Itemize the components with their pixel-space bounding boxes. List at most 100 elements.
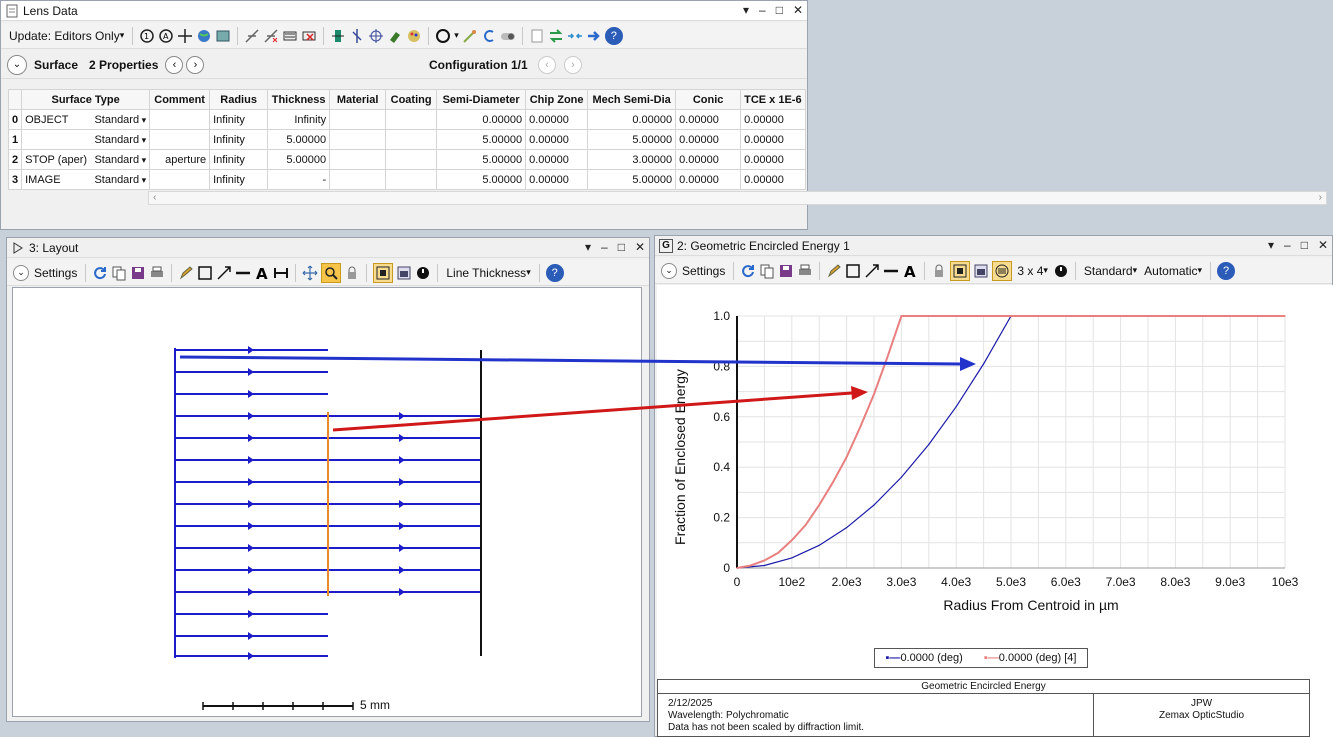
wand-icon[interactable]: [462, 28, 478, 44]
semi-diameter-cell[interactable]: 5.00000: [436, 149, 527, 170]
semi-diameter-cell[interactable]: 5.00000: [436, 129, 527, 150]
copy-icon[interactable]: [759, 263, 775, 279]
radius-cell[interactable]: Infinity: [209, 109, 269, 130]
surface-type-cell[interactable]: Standard: [21, 129, 151, 150]
settings-expand-icon[interactable]: ⌄: [13, 264, 29, 281]
tce-cell[interactable]: 0.00000: [740, 129, 806, 150]
maximize-icon[interactable]: □: [776, 3, 783, 17]
comment-cell[interactable]: aperture: [149, 149, 211, 170]
column-header-tce[interactable]: TCE x 1E-6: [740, 89, 806, 110]
line-tool-icon[interactable]: [883, 263, 899, 279]
line-thickness-dropdown[interactable]: Line Thickness: [444, 263, 532, 283]
surface-type-dropdown[interactable]: Standard: [94, 134, 146, 146]
circle-dropdown-icon[interactable]: ▾: [454, 30, 459, 41]
collapse-icon[interactable]: ⌄: [7, 54, 27, 75]
refresh-icon[interactable]: [92, 265, 108, 281]
conic-cell[interactable]: 0.00000: [675, 149, 742, 170]
copy-icon[interactable]: [111, 265, 127, 281]
coating-cell[interactable]: [385, 149, 438, 170]
tce-cell[interactable]: 0.00000: [740, 109, 806, 130]
update-dropdown[interactable]: Update: Editors Only: [7, 26, 126, 46]
fit-view-icon[interactable]: [950, 260, 971, 281]
window-tile-icon[interactable]: [973, 263, 989, 279]
radius-cell[interactable]: Infinity: [209, 169, 269, 190]
tce-cell[interactable]: 0.00000: [740, 169, 806, 190]
column-header-mech-semi-dia[interactable]: Mech Semi-Dia: [587, 89, 677, 110]
conic-cell[interactable]: 0.00000: [675, 109, 742, 130]
table-row[interactable]: 0 OBJECT Standard Infinity Infinity 0.000…: [7, 109, 806, 130]
refresh-icon[interactable]: [740, 263, 756, 279]
mech-semi-dia-cell[interactable]: 5.00000: [587, 129, 677, 150]
minimize-icon[interactable]: –: [759, 3, 766, 17]
settings-expand-icon[interactable]: ⌄: [661, 262, 677, 279]
gear-tool-icon[interactable]: [330, 28, 346, 44]
semi-diameter-cell[interactable]: 5.00000: [436, 169, 527, 190]
column-header-conic[interactable]: Conic: [675, 89, 742, 110]
layers-icon[interactable]: [992, 260, 1013, 281]
radius-cell[interactable]: Infinity: [209, 149, 269, 170]
lens-group-icon[interactable]: [282, 28, 298, 44]
table-horizontal-scrollbar[interactable]: ‹ ›: [148, 191, 1327, 205]
circle-icon[interactable]: [435, 28, 451, 44]
fit-view-icon[interactable]: [373, 262, 394, 283]
blank-page-icon[interactable]: [529, 28, 545, 44]
prev-surface-button[interactable]: ‹: [165, 55, 184, 74]
column-header-material[interactable]: Material: [329, 89, 387, 110]
text-tool-icon[interactable]: A: [902, 263, 918, 279]
minimize-icon[interactable]: –: [1284, 238, 1291, 252]
table-row[interactable]: 1 Standard Infinity 5.00000 5.00000 0.00…: [7, 129, 806, 150]
column-header-comment[interactable]: Comment: [149, 89, 211, 110]
thickness-cell[interactable]: Infinity: [267, 109, 331, 130]
palette-icon[interactable]: [406, 28, 422, 44]
comment-cell[interactable]: [149, 129, 211, 150]
globe-icon[interactable]: [196, 28, 212, 44]
line-tool-icon[interactable]: [235, 265, 251, 281]
prev-config-button[interactable]: ‹: [538, 55, 556, 74]
mech-semi-dia-cell[interactable]: 0.00000: [587, 109, 677, 130]
pencil-icon[interactable]: [826, 263, 842, 279]
zoom-icon[interactable]: [321, 262, 342, 283]
scroll-right-icon[interactable]: ›: [1319, 192, 1322, 203]
chip-zone-cell[interactable]: 0.00000: [525, 149, 589, 170]
paint-icon[interactable]: [387, 28, 403, 44]
material-cell[interactable]: [329, 129, 387, 150]
rectangle-icon[interactable]: [845, 263, 861, 279]
thickness-cell[interactable]: 5.00000: [267, 129, 331, 150]
grid-size-dropdown[interactable]: 3 x 4: [1015, 261, 1050, 281]
lock-icon[interactable]: [931, 263, 947, 279]
automatic-dropdown[interactable]: Automatic: [1142, 261, 1204, 281]
scroll-left-icon[interactable]: ‹: [153, 192, 156, 203]
column-header-chip-zone[interactable]: Chip Zone: [525, 89, 589, 110]
print-icon[interactable]: [797, 263, 813, 279]
map-icon[interactable]: [215, 28, 231, 44]
chip-zone-cell[interactable]: 0.00000: [525, 109, 589, 130]
window-menu-icon[interactable]: ▾: [585, 240, 591, 254]
thickness-cell[interactable]: -: [267, 169, 331, 190]
thickness-cell[interactable]: 5.00000: [267, 149, 331, 170]
maximize-icon[interactable]: □: [618, 240, 625, 254]
column-header-semi-diameter[interactable]: Semi-Diameter: [436, 89, 527, 110]
tce-cell[interactable]: 0.00000: [740, 149, 806, 170]
mech-semi-dia-cell[interactable]: 5.00000: [587, 169, 677, 190]
coating-cell[interactable]: [385, 109, 438, 130]
lock-icon[interactable]: [344, 265, 360, 281]
coating-cell[interactable]: [385, 129, 438, 150]
save-icon[interactable]: [778, 263, 794, 279]
surface-type-cell[interactable]: OBJECT Standard: [21, 109, 151, 130]
material-cell[interactable]: [329, 109, 387, 130]
semi-diameter-cell[interactable]: 0.00000: [436, 109, 527, 130]
close-icon[interactable]: ✕: [1318, 238, 1328, 252]
comment-cell[interactable]: [149, 169, 211, 190]
conic-cell[interactable]: 0.00000: [675, 129, 742, 150]
next-surface-button[interactable]: ›: [186, 55, 205, 74]
window-menu-icon[interactable]: ▾: [743, 3, 749, 17]
help-icon[interactable]: ?: [1217, 261, 1236, 280]
power-icon[interactable]: [415, 265, 431, 281]
table-row[interactable]: 2 STOP (aper)Standard aperture Infinity …: [7, 149, 806, 170]
right-arrow-icon[interactable]: [586, 28, 602, 44]
save-icon[interactable]: [130, 265, 146, 281]
text-tool-icon[interactable]: A: [254, 265, 270, 281]
dimension-tool-icon[interactable]: [273, 265, 289, 281]
column-header-radius[interactable]: Radius: [209, 89, 269, 110]
auto-icon[interactable]: A: [158, 28, 174, 44]
